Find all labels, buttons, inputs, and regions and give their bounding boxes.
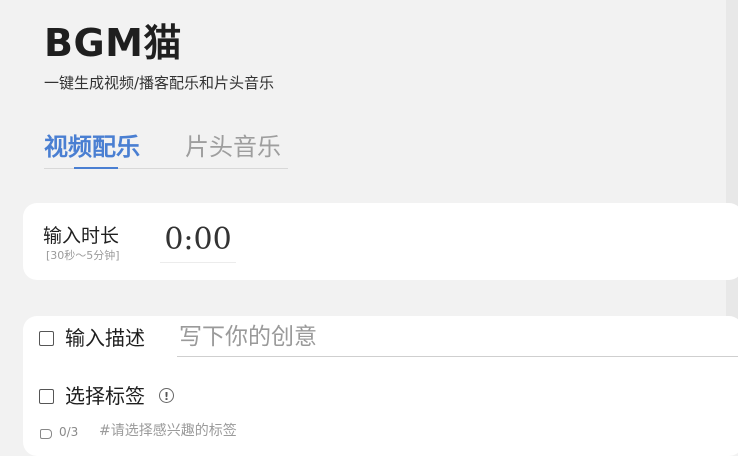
tab-video-bgm[interactable]: 视频配乐 xyxy=(44,130,140,164)
duration-input[interactable]: 0:00 xyxy=(160,218,236,263)
duration-label: 输入时长 xyxy=(43,225,120,247)
tag-icon xyxy=(40,429,52,439)
tags-label[interactable]: 选择标签 xyxy=(65,382,145,410)
tag-select-hint[interactable]: #请选择感兴趣的标签 xyxy=(99,422,237,440)
duration-card: 输入时长 [30秒～5分钟] 0:00 xyxy=(23,203,738,280)
mode-tabs: 视频配乐 片头音乐 xyxy=(44,128,288,169)
tag-count: 0/3 xyxy=(59,425,79,439)
tags-checkbox[interactable] xyxy=(39,389,54,404)
description-input[interactable] xyxy=(177,318,738,357)
options-card: 输入描述 选择标签 ! 0/3 #请选择感兴趣的标签 xyxy=(23,316,738,456)
duration-hint: [30秒～5分钟] xyxy=(46,249,120,262)
tab-intro-music[interactable]: 片头音乐 xyxy=(185,130,281,164)
active-tab-indicator xyxy=(74,167,118,169)
app-title: BGM猫 xyxy=(44,21,182,65)
description-checkbox[interactable] xyxy=(39,331,54,346)
app-subtitle: 一键生成视频/播客配乐和片头音乐 xyxy=(44,74,275,92)
description-label[interactable]: 输入描述 xyxy=(65,324,145,352)
info-icon[interactable]: ! xyxy=(159,388,174,403)
